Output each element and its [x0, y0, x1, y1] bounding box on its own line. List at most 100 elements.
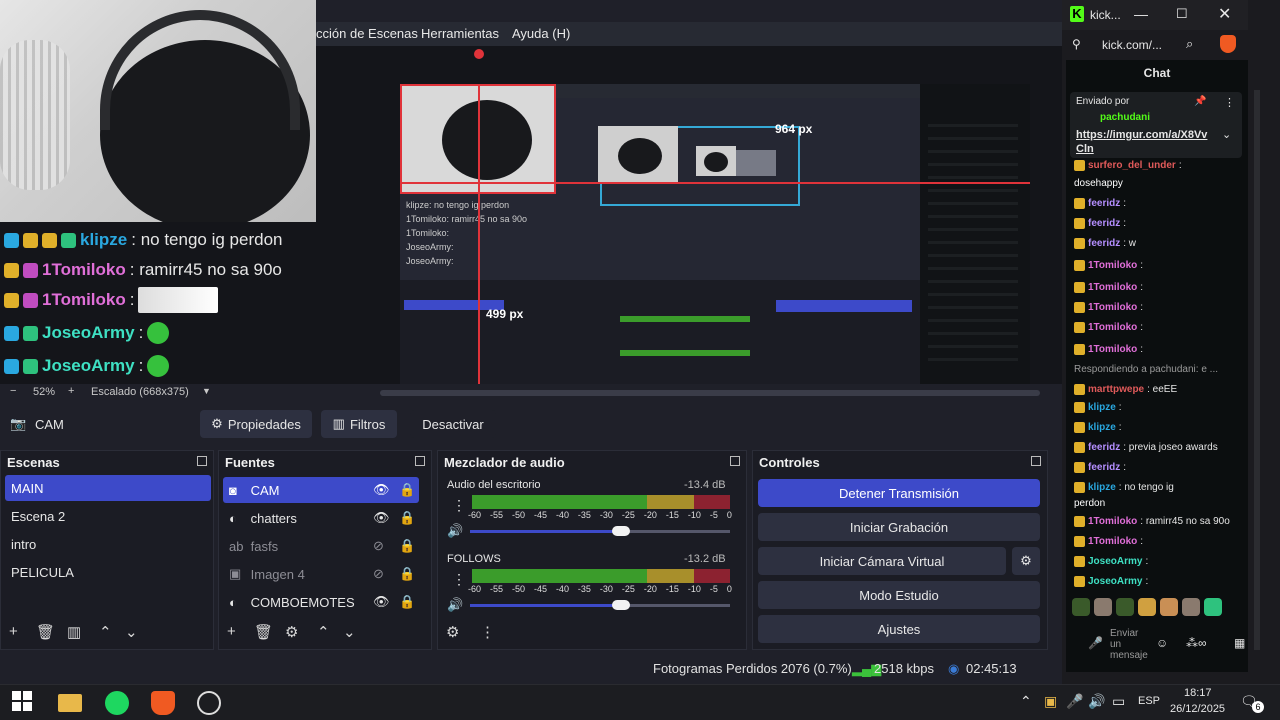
clock-date[interactable]: 26/12/2025	[1170, 703, 1225, 715]
speaker-icon[interactable]: 🔊	[447, 523, 463, 539]
virtual-camera-settings-button[interactable]: ⚙	[1012, 547, 1040, 575]
add-icon[interactable]: +	[9, 623, 18, 640]
gear-icon[interactable]: ⚙	[285, 623, 298, 641]
move-up-icon[interactable]: ⌃	[317, 623, 330, 641]
tray-app-icon[interactable]: ▣	[1044, 693, 1057, 710]
chat-username[interactable]: 1Tomiloko	[1088, 344, 1137, 355]
chat-username[interactable]: 1Tomiloko	[1088, 322, 1137, 333]
deactivate-button[interactable]: Desactivar	[410, 410, 496, 438]
microphone-icon[interactable]: 🎤	[1088, 636, 1103, 650]
dock-float-icon[interactable]	[415, 456, 425, 466]
emoji-icon[interactable]: ☺	[1156, 636, 1168, 650]
source-item[interactable]: ab fasfs ⊘ 🔒	[223, 533, 419, 559]
site-settings-icon[interactable]: ⚲	[1072, 37, 1081, 51]
chat-username[interactable]: feeridz	[1088, 462, 1120, 473]
advanced-audio-icon[interactable]: ⚙	[446, 623, 459, 641]
minimize-icon[interactable]: —	[1134, 6, 1148, 22]
volume-slider-knob[interactable]	[612, 526, 630, 536]
browser-scrollbar[interactable]	[1254, 90, 1260, 650]
menu-tools[interactable]: Herramientas	[421, 26, 499, 41]
url-text[interactable]: kick.com/...	[1102, 38, 1162, 52]
move-up-icon[interactable]: ⌃	[99, 623, 112, 641]
menu-scene-collection[interactable]: cción de Escenas	[316, 26, 418, 41]
more-icon[interactable]: ⋮	[1224, 96, 1235, 109]
chat-username[interactable]: klipze	[1088, 402, 1116, 413]
network-icon[interactable]: ▭	[1112, 693, 1125, 710]
lock-icon[interactable]: 🔒	[399, 538, 415, 554]
speaker-icon[interactable]: 🔊	[447, 597, 463, 613]
eye-hidden-icon[interactable]: ⊘	[373, 538, 384, 554]
source-item[interactable]: ◐ chatters 👁 🔒	[223, 505, 419, 531]
chat-username[interactable]: JoseoArmy	[1088, 576, 1142, 587]
language-indicator[interactable]: ESP	[1138, 695, 1160, 707]
trash-icon[interactable]: 🗑	[254, 623, 273, 641]
lock-icon[interactable]: 🔒	[399, 594, 415, 610]
scene-item-pelicula[interactable]: PELICULA	[5, 559, 211, 585]
pin-icon[interactable]: 📌	[1194, 96, 1206, 107]
scene-filter-icon[interactable]: ▥	[67, 623, 81, 641]
settings-button[interactable]: Ajustes	[758, 615, 1040, 643]
dock-float-icon[interactable]	[730, 456, 740, 466]
eye-icon[interactable]: 👁	[373, 510, 390, 526]
volume-slider-knob[interactable]	[612, 600, 630, 610]
chevron-down-icon[interactable]: ⌄	[1222, 128, 1231, 141]
eye-hidden-icon[interactable]: ⊘	[373, 566, 384, 582]
source-item[interactable]: ◙ CAM 👁 🔒	[223, 477, 419, 503]
chat-username[interactable]: 1Tomiloko	[1088, 302, 1137, 313]
brave-icon[interactable]	[151, 691, 175, 715]
users-icon[interactable]: ⁂∞	[1186, 636, 1207, 650]
chat-username[interactable]: feeridz	[1088, 442, 1120, 453]
scene-item-main[interactable]: MAIN	[5, 475, 211, 501]
move-down-icon[interactable]: ⌄	[125, 623, 138, 641]
more-icon[interactable]: ⋮	[480, 623, 495, 641]
file-explorer-icon[interactable]	[58, 694, 82, 712]
filters-button[interactable]: ▥ Filtros	[321, 410, 397, 438]
chat-username[interactable]: JoseoArmy	[1088, 556, 1142, 567]
scene-item-intro[interactable]: intro	[5, 531, 211, 557]
lock-icon[interactable]: 🔒	[399, 566, 415, 582]
eye-icon[interactable]: 👁	[373, 482, 390, 498]
dock-float-icon[interactable]	[1031, 456, 1041, 466]
chat-username[interactable]: klipze	[1088, 422, 1116, 433]
spotify-icon[interactable]	[105, 691, 129, 715]
stop-streaming-button[interactable]: Detener Transmisión	[758, 479, 1040, 507]
volume-icon[interactable]: 🔊	[1088, 693, 1105, 710]
zoom-in-button[interactable]: +	[68, 385, 74, 397]
chat-username[interactable]: 1Tomiloko	[1088, 516, 1137, 527]
more-icon[interactable]: ⋮	[452, 571, 466, 588]
start-recording-button[interactable]: Iniciar Grabación	[758, 513, 1040, 541]
gift-icon[interactable]: ▦	[1234, 636, 1245, 650]
chevron-up-icon[interactable]: ⌃	[1020, 693, 1032, 710]
chat-username[interactable]: feeridz	[1088, 198, 1120, 209]
chat-username[interactable]: marttpwepe	[1088, 384, 1144, 395]
chat-username[interactable]: feeridz	[1088, 238, 1120, 249]
microphone-icon[interactable]: 🎤	[1066, 693, 1083, 710]
source-item[interactable]: ◐ COMBOEMOTES 👁 🔒	[223, 589, 419, 615]
clock-time[interactable]: 18:17	[1184, 687, 1212, 699]
brave-shield-icon[interactable]	[1220, 35, 1236, 53]
preview-scrollbar[interactable]	[380, 390, 1040, 396]
trash-icon[interactable]: 🗑	[36, 623, 55, 641]
windows-start-icon[interactable]	[12, 691, 36, 715]
start-virtual-camera-button[interactable]: Iniciar Cámara Virtual	[758, 547, 1006, 575]
studio-mode-button[interactable]: Modo Estudio	[758, 581, 1040, 609]
chat-username[interactable]: 1Tomiloko	[1088, 536, 1137, 547]
zoom-icon[interactable]: ⌕	[1186, 36, 1193, 52]
rotation-handle[interactable]	[474, 49, 484, 59]
menu-help[interactable]: Ayuda (H)	[512, 26, 570, 41]
source-item[interactable]: ▣ Imagen 4 ⊘ 🔒	[223, 561, 419, 587]
scaling-dropdown-icon[interactable]: ▼	[202, 386, 211, 396]
add-icon[interactable]: +	[227, 623, 236, 640]
lock-icon[interactable]: 🔒	[399, 482, 415, 498]
chat-username[interactable]: 1Tomiloko	[1088, 260, 1137, 271]
lock-icon[interactable]: 🔒	[399, 510, 415, 526]
scene-item-escena-2[interactable]: Escena 2	[5, 503, 211, 529]
dock-float-icon[interactable]	[197, 456, 207, 466]
close-icon[interactable]: ✕	[1218, 4, 1231, 24]
pinned-message[interactable]: Enviado por pachudani https://imgur.com/…	[1070, 92, 1242, 158]
more-icon[interactable]: ⋮	[452, 497, 466, 514]
maximize-icon[interactable]: ☐	[1176, 6, 1188, 22]
properties-button[interactable]: ⚙ Propiedades	[200, 410, 312, 438]
chat-username[interactable]: klipze	[1088, 482, 1116, 493]
move-down-icon[interactable]: ⌄	[343, 623, 356, 641]
